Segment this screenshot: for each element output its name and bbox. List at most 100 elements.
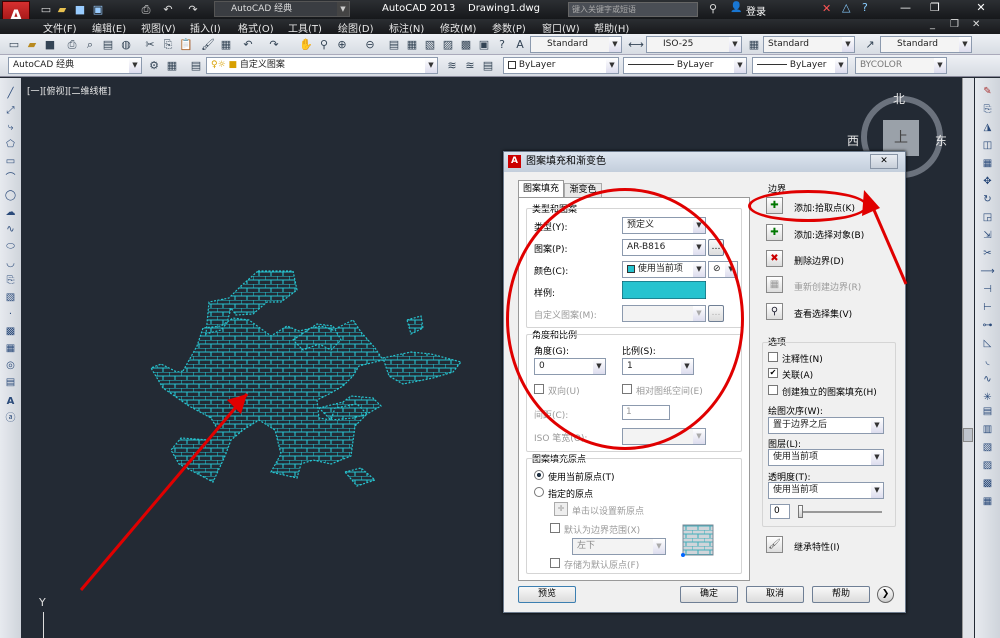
rectangle-icon[interactable]: ▭ bbox=[3, 154, 18, 169]
pan-icon[interactable]: ✋ bbox=[298, 37, 314, 52]
mleader-style-combo[interactable]: Standard ▼ bbox=[880, 36, 972, 53]
doc-close-icon[interactable]: ✕ bbox=[972, 19, 980, 30]
mirror-icon[interactable]: ◮ bbox=[980, 120, 995, 135]
rotate-icon[interactable]: ↻ bbox=[980, 192, 995, 207]
insert-block-icon[interactable]: ⎘ bbox=[3, 273, 18, 288]
text-style-combo[interactable]: Standard ▼ bbox=[530, 36, 622, 53]
table-icon[interactable]: ▤ bbox=[3, 375, 18, 390]
layer-states-icon[interactable]: ▤ bbox=[480, 58, 496, 73]
menu-insert[interactable]: 插入(I) bbox=[190, 20, 221, 35]
menu-file[interactable]: 文件(F) bbox=[43, 20, 77, 35]
vertical-scrollbar[interactable] bbox=[962, 78, 974, 638]
search-input[interactable]: 键入关键字或短语 bbox=[568, 2, 698, 17]
array-icon[interactable]: ▦ bbox=[980, 156, 995, 171]
dialog-title-bar[interactable]: A 图案填充和渐变色 ✕ bbox=[504, 152, 905, 172]
store-default-checkbox[interactable] bbox=[550, 558, 560, 568]
stretch-icon[interactable]: ⇲ bbox=[980, 228, 995, 243]
compass-east[interactable]: 东 bbox=[935, 132, 947, 149]
menu-tools[interactable]: 工具(T) bbox=[288, 20, 322, 35]
menu-draw[interactable]: 绘图(D) bbox=[338, 20, 374, 35]
layer-previous-icon[interactable]: ≊ bbox=[462, 58, 478, 73]
redo-icon[interactable]: ↷ bbox=[185, 2, 201, 17]
save-tb-icon[interactable]: ■ bbox=[42, 37, 58, 52]
menu-parametric[interactable]: 参数(P) bbox=[492, 20, 526, 35]
save-as-icon[interactable]: ▣ bbox=[90, 2, 106, 17]
draworder-above-icon[interactable]: ▧ bbox=[980, 440, 995, 455]
view-selections-icon[interactable]: ⚲ bbox=[766, 303, 783, 320]
separate-hatches-checkbox[interactable] bbox=[768, 385, 778, 395]
dialog-close-icon[interactable]: ✕ bbox=[870, 154, 898, 169]
cut-icon[interactable]: ✂ bbox=[142, 37, 158, 52]
point-icon[interactable]: · bbox=[3, 307, 18, 322]
zoom-previous-icon[interactable]: ⊖ bbox=[362, 37, 378, 52]
remove-boundaries-icon[interactable]: ✖ bbox=[766, 250, 783, 267]
hatch-back-icon[interactable]: ▦ bbox=[980, 494, 995, 509]
table-style-combo[interactable]: Standard ▼ bbox=[763, 36, 855, 53]
annotative-checkbox[interactable] bbox=[768, 352, 778, 362]
scale-icon[interactable]: ◲ bbox=[980, 210, 995, 225]
help-button[interactable]: 帮助 bbox=[812, 586, 870, 603]
text-front-icon[interactable]: ▩ bbox=[980, 476, 995, 491]
workspace-icon[interactable]: ▦ bbox=[164, 58, 180, 73]
add-selected-icon[interactable]: ⓐ bbox=[3, 411, 18, 426]
mleader-style-icon[interactable]: ↗ bbox=[862, 37, 878, 52]
circle-icon[interactable]: ◯ bbox=[3, 188, 18, 203]
plotstyle-combo[interactable]: BYCOLOR ▼ bbox=[855, 57, 947, 74]
properties-icon[interactable]: ▤ bbox=[386, 37, 402, 52]
preview-icon[interactable]: ⌕ bbox=[82, 37, 98, 52]
fillet-icon[interactable]: ◟ bbox=[980, 354, 995, 369]
specified-origin-radio[interactable] bbox=[534, 487, 544, 497]
offset-icon[interactable]: ◫ bbox=[980, 138, 995, 153]
compass-north[interactable]: 北 bbox=[893, 90, 905, 107]
revcloud-icon[interactable]: ☁ bbox=[3, 205, 18, 220]
matchprop-icon[interactable]: 🖌 bbox=[200, 37, 216, 52]
compass-west[interactable]: 西 bbox=[847, 132, 859, 149]
minimize-window-icon[interactable]: — bbox=[900, 1, 911, 14]
undo-tb-icon[interactable]: ↶ bbox=[240, 37, 256, 52]
layer-combo[interactable]: ♀☼ ■ 自定义图案 ▼ bbox=[206, 57, 438, 74]
toolpalette-icon[interactable]: ▧ bbox=[422, 37, 438, 52]
trim-icon[interactable]: ✂ bbox=[980, 246, 995, 261]
redo-tb-icon[interactable]: ↷ bbox=[266, 37, 282, 52]
remove-boundaries-button[interactable]: 删除边界(D) bbox=[794, 254, 844, 267]
workspace-settings-icon[interactable]: ⚙ bbox=[146, 58, 162, 73]
ok-button[interactable]: 确定 bbox=[680, 586, 738, 603]
draworder-under-icon[interactable]: ▨ bbox=[980, 458, 995, 473]
ellipse-arc-icon[interactable]: ◡ bbox=[3, 256, 18, 271]
make-current-layer-icon[interactable]: ≋ bbox=[444, 58, 460, 73]
dim-style-icon[interactable]: ⟷ bbox=[628, 37, 644, 52]
spline-icon[interactable]: ∿ bbox=[3, 222, 18, 237]
region-icon[interactable]: ◎ bbox=[3, 358, 18, 373]
transparency-combo[interactable]: 使用当前项 ▼ bbox=[768, 482, 884, 499]
copy-icon[interactable]: ⎘ bbox=[160, 37, 176, 52]
add-select-objects-icon[interactable]: ✚ bbox=[766, 224, 783, 241]
lineweight-combo[interactable]: ByLayer ▼ bbox=[752, 57, 848, 74]
help-tb-icon[interactable]: ? bbox=[494, 37, 510, 52]
arc-icon[interactable]: ⌒ bbox=[3, 171, 18, 186]
sheetset-icon[interactable]: ▨ bbox=[440, 37, 456, 52]
viewport-controls[interactable]: [一][俯视][二维线框] bbox=[27, 84, 111, 97]
tab-hatch[interactable]: 图案填充 bbox=[518, 180, 564, 197]
paste-icon[interactable]: 📋 bbox=[178, 37, 194, 52]
inherit-properties-button[interactable]: 继承特性(I) bbox=[794, 540, 840, 553]
restore-window-icon[interactable]: ❐ bbox=[930, 1, 940, 14]
text-style-icon[interactable]: A bbox=[512, 37, 528, 52]
chamfer-icon[interactable]: ◺ bbox=[980, 336, 995, 351]
mtext-icon[interactable]: A bbox=[3, 394, 18, 409]
blockeditor-icon[interactable]: ▦ bbox=[218, 37, 234, 52]
join-icon[interactable]: ⊶ bbox=[980, 318, 995, 333]
layer-manager-icon[interactable]: ▤ bbox=[188, 58, 204, 73]
inherit-properties-icon[interactable]: 🖌 bbox=[766, 536, 783, 553]
polyline-icon[interactable]: ⤷ bbox=[3, 120, 18, 135]
open-folder-icon[interactable]: ▰ bbox=[54, 2, 70, 17]
close-window-icon[interactable]: ✕ bbox=[966, 1, 996, 17]
menu-format[interactable]: 格式(O) bbox=[238, 20, 274, 35]
workspace-selector[interactable]: AutoCAD 经典 ▼ bbox=[214, 1, 350, 17]
explode-icon[interactable]: ✳ bbox=[980, 390, 995, 405]
help-triangle-icon[interactable]: △ bbox=[842, 1, 850, 14]
workspace-combo[interactable]: AutoCAD 经典 ▼ bbox=[8, 57, 142, 74]
3dprint-icon[interactable]: ◍ bbox=[118, 37, 134, 52]
origin-position-combo[interactable]: 左下 ▼ bbox=[572, 538, 666, 555]
menu-dimension[interactable]: 标注(N) bbox=[389, 20, 424, 35]
construction-line-icon[interactable]: ⤢ bbox=[3, 103, 18, 118]
